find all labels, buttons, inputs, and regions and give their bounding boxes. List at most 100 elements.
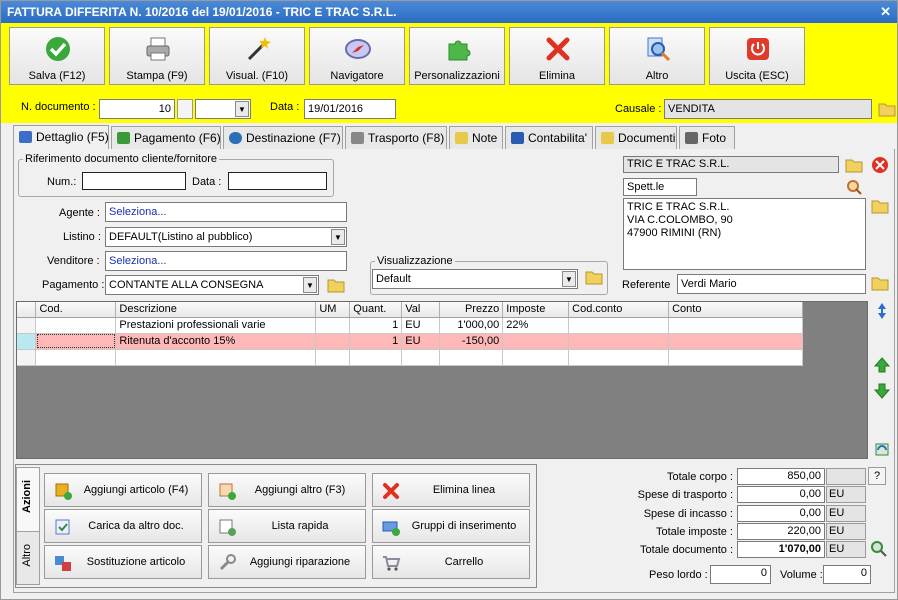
cell-codconto[interactable]: [568, 349, 670, 366]
cell-quant[interactable]: [349, 349, 403, 366]
ndoc-series-select[interactable]: ▼: [195, 99, 251, 119]
view-select[interactable]: Default ▼: [372, 269, 578, 289]
cell-conto[interactable]: [668, 333, 803, 350]
cell-conto[interactable]: [668, 349, 803, 366]
table-row[interactable]: Prestazioni professionali varie 1 EU 1'0…: [17, 317, 803, 334]
ndoc-input[interactable]: 10: [99, 99, 175, 119]
cell-codconto[interactable]: [568, 333, 670, 350]
tab-dettaglio[interactable]: Dettaglio (F5): [13, 125, 109, 150]
tab-documenti[interactable]: Documenti: [595, 126, 677, 150]
column-header[interactable]: Cod.conto: [568, 302, 670, 318]
cell-codconto[interactable]: [568, 317, 670, 334]
cell-descrizione[interactable]: Ritenuta d'acconto 15%: [115, 333, 317, 350]
ref-date-input[interactable]: [228, 172, 327, 190]
zoom-icon[interactable]: [870, 540, 888, 558]
folder-icon[interactable]: [870, 196, 890, 216]
move-updown-icon[interactable]: [872, 301, 892, 321]
shipping-cost-input[interactable]: 0,00: [737, 486, 825, 503]
vtab-azioni[interactable]: Azioni: [16, 467, 40, 539]
customer-name[interactable]: TRIC E TRAC S.R.L.: [623, 156, 839, 173]
ndoc-suffix-button[interactable]: [177, 99, 193, 119]
folder-icon[interactable]: [877, 99, 897, 119]
column-header[interactable]: Descrizione: [115, 302, 317, 318]
cell-descrizione[interactable]: Prestazioni professionali varie: [115, 317, 317, 334]
salutation-input[interactable]: Spett.le: [623, 178, 697, 196]
table-row[interactable]: Ritenuta d'acconto 15% 1 EU -150,00: [17, 333, 803, 350]
cell-um[interactable]: [315, 333, 351, 350]
cell-conto[interactable]: [668, 317, 803, 334]
cell-um[interactable]: [315, 349, 351, 366]
customer-address[interactable]: TRIC E TRAC S.R.L. VIA C.COLOMBO, 90 479…: [623, 198, 866, 270]
cell-cod[interactable]: [35, 317, 117, 334]
cell-imposte[interactable]: 22%: [502, 317, 570, 334]
quick-list-button[interactable]: Lista rapida: [208, 509, 366, 543]
referente-input[interactable]: Verdi Mario: [677, 274, 866, 294]
cell-imposte[interactable]: [502, 333, 570, 350]
tab-trasporto[interactable]: Trasporto (F8): [345, 126, 447, 150]
navigator-button[interactable]: Navigatore: [309, 27, 405, 85]
collection-cost-input[interactable]: 0,00: [737, 505, 825, 522]
search-icon[interactable]: [844, 177, 864, 197]
tab-foto[interactable]: Foto: [679, 126, 735, 150]
more-button[interactable]: Altro: [609, 27, 705, 85]
cell-val[interactable]: EU: [401, 317, 441, 334]
agent-input[interactable]: Seleziona...: [105, 202, 347, 222]
volume-input[interactable]: 0: [823, 565, 871, 584]
tab-contabilita[interactable]: Contabilita': [505, 126, 593, 150]
column-header[interactable]: Imposte: [502, 302, 570, 318]
cell-quant[interactable]: 1: [349, 317, 403, 334]
cell-imposte[interactable]: [502, 349, 570, 366]
column-header[interactable]: Conto: [668, 302, 803, 318]
column-header[interactable]: Cod.: [35, 302, 117, 318]
arrow-up-icon[interactable]: [872, 355, 892, 375]
causale-input[interactable]: VENDITA: [664, 99, 872, 119]
replace-article-button[interactable]: Sostituzione articolo: [44, 545, 202, 579]
folder-icon[interactable]: [326, 275, 346, 295]
cell-cod[interactable]: [35, 333, 117, 350]
pricelist-select[interactable]: DEFAULT(Listino al pubblico) ▼: [105, 227, 347, 247]
cell-prezzo[interactable]: -150,00: [439, 333, 504, 350]
cell-val[interactable]: [401, 349, 441, 366]
cell-um[interactable]: [315, 317, 351, 334]
close-icon[interactable]: ✕: [880, 1, 891, 23]
ref-num-input[interactable]: [82, 172, 186, 190]
add-article-button[interactable]: Aggiungi articolo (F4): [44, 473, 202, 507]
tab-pagamento[interactable]: Pagamento (F6): [111, 126, 221, 150]
print-button[interactable]: Stampa (F9): [109, 27, 205, 85]
cell-prezzo[interactable]: 1'000,00: [439, 317, 504, 334]
folder-icon[interactable]: [584, 267, 604, 287]
cell-descrizione[interactable]: [115, 349, 317, 366]
cell-quant[interactable]: 1: [349, 333, 403, 350]
clear-icon[interactable]: [870, 155, 890, 175]
seller-input[interactable]: Seleziona...: [105, 251, 347, 271]
column-header[interactable]: Quant.: [349, 302, 403, 318]
lines-grid[interactable]: Cod. Descrizione UM Quant. Val Prezzo Im…: [16, 301, 868, 459]
cell-cod[interactable]: [35, 349, 117, 366]
column-header[interactable]: UM: [315, 302, 351, 318]
cart-button[interactable]: Carrello: [372, 545, 530, 579]
insert-groups-button[interactable]: Gruppi di inserimento: [372, 509, 530, 543]
add-repair-button[interactable]: Aggiungi riparazione: [208, 545, 366, 579]
date-input[interactable]: 19/01/2016: [304, 99, 396, 119]
gross-weight-input[interactable]: 0: [710, 565, 771, 584]
tab-note[interactable]: Note: [449, 126, 503, 150]
preview-button[interactable]: Visual. (F10): [209, 27, 305, 85]
refresh-icon[interactable]: [872, 439, 892, 459]
column-header[interactable]: Prezzo: [439, 302, 504, 318]
folder-icon[interactable]: [870, 273, 890, 293]
tab-destinazione[interactable]: Destinazione (F7): [223, 126, 343, 150]
column-header[interactable]: Val: [401, 302, 441, 318]
table-row[interactable]: [17, 349, 803, 366]
delete-button[interactable]: Elimina: [509, 27, 605, 85]
customizations-button[interactable]: Personalizzazioni: [409, 27, 505, 85]
cell-val[interactable]: EU: [401, 333, 441, 350]
load-from-doc-button[interactable]: Carica da altro doc.: [44, 509, 202, 543]
help-button[interactable]: ?: [868, 467, 886, 485]
arrow-down-icon[interactable]: [872, 381, 892, 401]
cell-prezzo[interactable]: [439, 349, 504, 366]
vtab-altro[interactable]: Altro: [16, 531, 40, 585]
payment-select[interactable]: CONTANTE ALLA CONSEGNA ▼: [105, 275, 319, 295]
exit-button[interactable]: Uscita (ESC): [709, 27, 805, 85]
save-button[interactable]: Salva (F12): [9, 27, 105, 85]
add-other-button[interactable]: Aggiungi altro (F3): [208, 473, 366, 507]
